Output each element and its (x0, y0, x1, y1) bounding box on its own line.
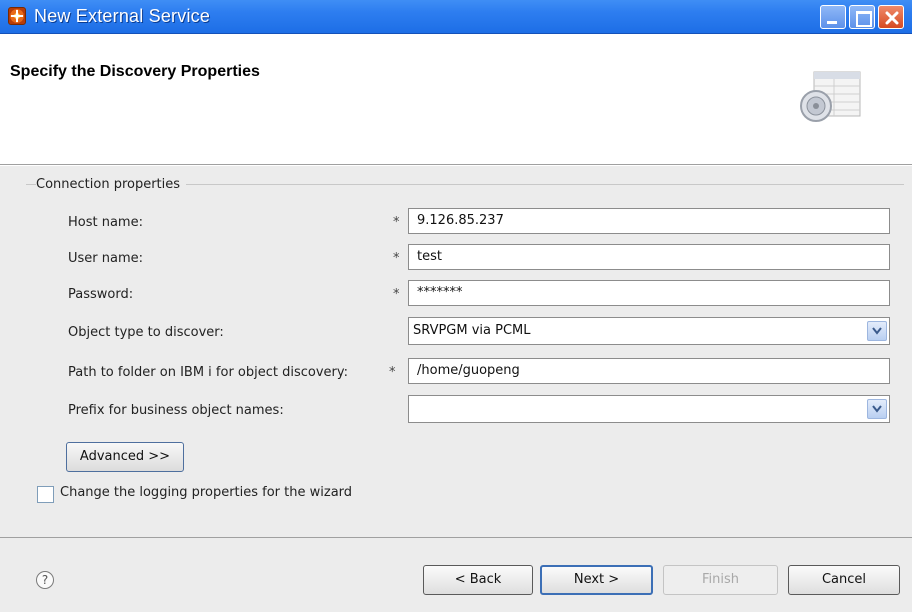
page-title: Specify the Discovery Properties (10, 63, 260, 80)
host-name-label: Host name: (68, 215, 143, 230)
object-type-dropdown-button[interactable] (867, 321, 887, 341)
prefix-dropdown-button[interactable] (867, 399, 887, 419)
cancel-button[interactable]: Cancel (788, 565, 900, 595)
window-title: New External Service (34, 6, 211, 26)
required-marker: * (393, 251, 400, 266)
close-icon (885, 11, 899, 25)
host-name-input[interactable]: 9.126.85.237 (408, 208, 890, 234)
finish-button[interactable]: Finish (663, 565, 778, 595)
advanced-button[interactable]: Advanced >> (66, 442, 184, 472)
prefix-select[interactable] (408, 395, 890, 423)
password-label: Password: (68, 287, 134, 302)
object-type-label: Object type to discover: (68, 325, 224, 340)
required-marker: * (389, 365, 396, 380)
user-name-label: User name: (68, 251, 144, 266)
wizard-header: Specify the Discovery Properties (0, 35, 912, 165)
folder-path-label: Path to folder on IBM i for object disco… (68, 365, 349, 380)
content-area: Connection properties Host name: * 9.126… (0, 166, 912, 537)
folder-path-input[interactable]: /home/guopeng (408, 358, 890, 384)
chevron-down-icon (872, 405, 882, 413)
object-type-value: SRVPGM via PCML (413, 323, 531, 338)
object-type-select[interactable]: SRVPGM via PCML (408, 317, 890, 345)
user-name-input[interactable]: test (408, 244, 890, 270)
required-marker: * (393, 287, 400, 302)
title-bar[interactable]: New External Service (0, 0, 912, 34)
connection-group-label: Connection properties (36, 177, 187, 192)
close-button[interactable] (878, 5, 904, 29)
help-icon[interactable]: ? (36, 571, 54, 589)
logging-checkbox[interactable] (37, 486, 54, 503)
chevron-down-icon (872, 327, 882, 335)
prefix-label: Prefix for business object names: (68, 403, 284, 418)
minimize-button[interactable] (820, 5, 846, 29)
maximize-button[interactable] (849, 5, 875, 29)
password-input[interactable]: ******* (408, 280, 890, 306)
required-marker: * (393, 215, 400, 230)
next-button[interactable]: Next > (540, 565, 653, 595)
app-icon (8, 7, 26, 25)
wizard-banner-icon (800, 71, 861, 122)
logging-checkbox-label[interactable]: Change the logging properties for the wi… (60, 485, 352, 500)
back-button[interactable]: < Back (423, 565, 533, 595)
button-bar: ? < Back Next > Finish Cancel (0, 537, 912, 612)
